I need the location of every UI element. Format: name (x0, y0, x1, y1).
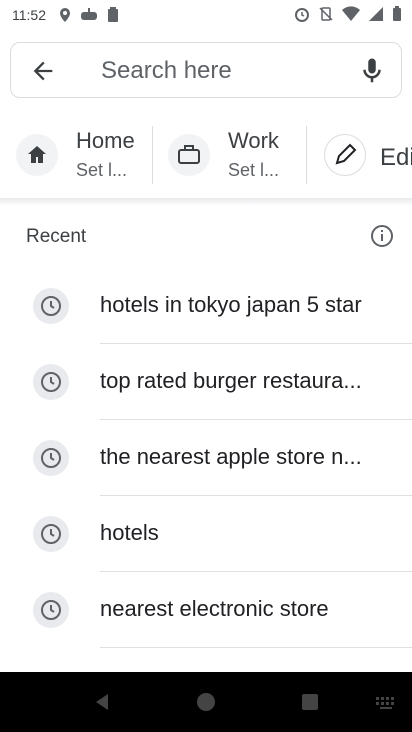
clipboard-icon (108, 7, 118, 22)
history-icon (33, 440, 69, 476)
briefcase-icon (178, 145, 200, 164)
work-shortcut-title: Work (228, 128, 279, 153)
saved-places-row: Home Set l... Work Set l... Edi (0, 110, 412, 200)
history-icon (33, 592, 69, 628)
recent-search-text: top rated burger restaura... (100, 368, 362, 393)
work-shortcut[interactable]: Work Set l... (160, 122, 300, 188)
list-item[interactable]: nearest electronic store (0, 572, 412, 648)
home-icon (28, 146, 46, 163)
info-button[interactable] (370, 224, 394, 248)
alarm-icon (295, 8, 309, 22)
nav-keyboard-button[interactable] (374, 690, 398, 714)
status-time: 11:52 (12, 7, 46, 23)
chip-divider (152, 126, 153, 184)
home-shortcut[interactable]: Home Set l... (0, 122, 150, 188)
mute-icon (319, 7, 333, 21)
list-item[interactable]: the nearest apple store n... (0, 420, 412, 496)
recent-search-text: nearest electronic store (100, 596, 329, 621)
signal-icon (369, 7, 383, 21)
status-notification-icons (58, 7, 120, 23)
nav-back-button[interactable] (90, 690, 114, 714)
home-icon-circle (16, 134, 58, 176)
arrow-back-icon (33, 61, 53, 81)
edit-shortcut[interactable]: Edi (312, 122, 412, 188)
chip-divider (306, 126, 307, 184)
location-icon (60, 8, 70, 22)
back-button[interactable] (29, 57, 57, 85)
list-item[interactable]: hotels in tokyo japan 5 star (0, 268, 412, 344)
battery-icon (393, 6, 401, 21)
voice-search-button[interactable] (357, 55, 387, 87)
home-shortcut-subtitle: Set l... (76, 160, 128, 180)
status-bar: 11:52 (0, 0, 412, 32)
circle-home-icon (197, 693, 215, 711)
divider (100, 647, 412, 648)
history-icon (33, 288, 69, 324)
list-item[interactable]: top rated burger restaura... (0, 344, 412, 420)
game-controller-icon (81, 8, 97, 20)
nav-recents-button[interactable] (298, 690, 322, 714)
history-icon (33, 516, 69, 552)
keyboard-icon (376, 697, 394, 709)
edit-shortcut-title: Edi (380, 144, 412, 171)
nav-home-button[interactable] (194, 690, 218, 714)
chips-shadow (0, 198, 412, 206)
recent-search-text: hotels in tokyo japan 5 star (100, 292, 362, 317)
info-icon (371, 225, 393, 247)
recent-heading: Recent (26, 226, 87, 247)
status-system-icons (294, 6, 402, 22)
work-icon-circle (168, 134, 210, 176)
pencil-icon (335, 143, 357, 165)
home-shortcut-title: Home (76, 128, 135, 153)
history-icon (33, 364, 69, 400)
recent-search-text: hotels (100, 520, 159, 545)
list-item[interactable]: hotels (0, 496, 412, 572)
search-input[interactable] (99, 53, 323, 89)
edit-icon-circle (324, 134, 366, 176)
work-shortcut-subtitle: Set l... (228, 160, 280, 180)
microphone-icon (363, 58, 381, 83)
recent-search-text: the nearest apple store n... (100, 444, 362, 469)
square-recents-icon (302, 694, 318, 710)
system-navigation-bar (0, 672, 412, 732)
search-bar (10, 42, 402, 98)
wifi-icon (342, 6, 360, 22)
triangle-back-icon (96, 694, 108, 710)
